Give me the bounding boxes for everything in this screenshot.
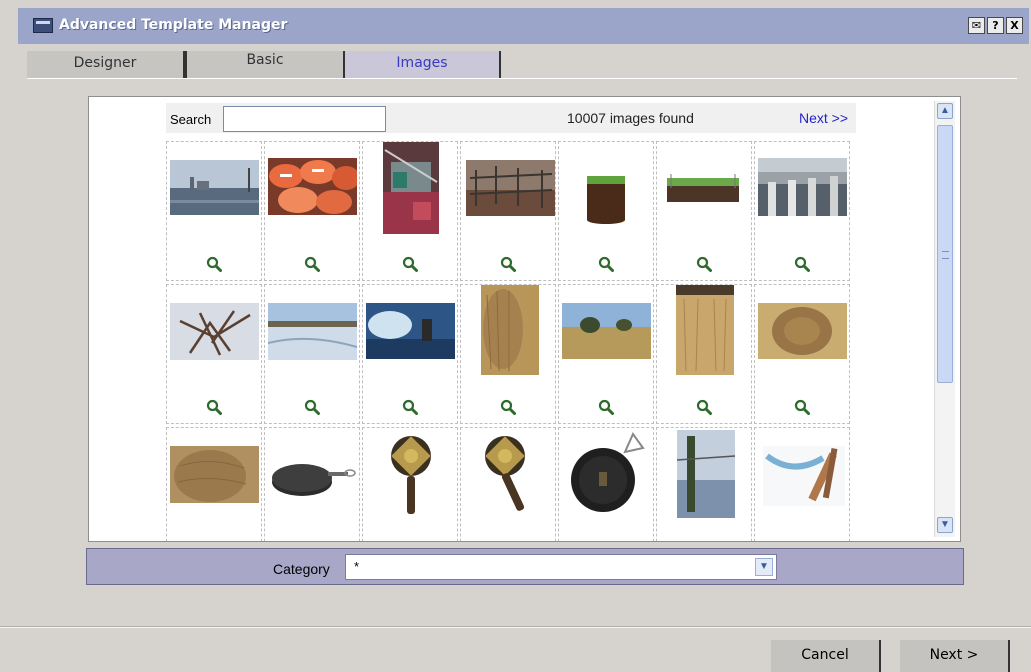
image-cell[interactable] xyxy=(656,427,752,541)
image-cell[interactable] xyxy=(656,284,752,424)
image-browser-panel: Search 10007 images found Next >> ▲ ▼ xyxy=(88,96,961,542)
image-thumbnail-brass-compass-dish-2[interactable] xyxy=(479,432,541,518)
magnifier-zoom-icon[interactable] xyxy=(206,256,222,272)
magnifier-zoom-icon[interactable] xyxy=(402,256,418,272)
magnifier-zoom-icon[interactable] xyxy=(304,256,320,272)
chevron-down-icon[interactable]: ▼ xyxy=(755,558,773,576)
image-cell[interactable] xyxy=(754,427,850,541)
image-cell[interactable] xyxy=(460,141,556,281)
magnifier-zoom-icon[interactable] xyxy=(598,399,614,415)
image-thumbnail-construction-framework[interactable] xyxy=(466,160,555,216)
image-cell[interactable] xyxy=(166,427,262,541)
close-icon[interactable]: X xyxy=(1006,17,1023,34)
tab-images[interactable]: Images xyxy=(345,51,501,78)
footer-divider-highlight xyxy=(0,627,1031,628)
image-cell[interactable] xyxy=(264,141,360,281)
image-thumbnail-black-frying-pan[interactable] xyxy=(567,432,649,516)
image-cell[interactable] xyxy=(264,284,360,424)
image-cell[interactable] xyxy=(166,284,262,424)
image-thumbnail-hay-bale-closeup[interactable] xyxy=(481,285,539,375)
image-thumbnail-dock-pilings[interactable] xyxy=(758,158,847,216)
magnifier-zoom-icon[interactable] xyxy=(500,256,516,272)
image-cell[interactable] xyxy=(558,427,654,541)
image-thumbnail-water-splash-scene[interactable] xyxy=(366,303,455,359)
image-thumbnail-orange-buoys[interactable] xyxy=(268,158,357,215)
magnifier-zoom-icon[interactable] xyxy=(304,399,320,415)
image-thumbnail-cast-iron-pan-lid[interactable] xyxy=(268,458,357,502)
tab-basic[interactable]: Basic xyxy=(185,51,345,78)
window-title: Advanced Template Manager xyxy=(59,17,288,33)
search-bar: Search 10007 images found Next >> xyxy=(166,103,856,133)
next-page-link[interactable]: Next >> xyxy=(799,110,848,126)
image-cell[interactable] xyxy=(362,427,458,541)
image-cell[interactable] xyxy=(558,141,654,281)
category-bar: Category * ▼ xyxy=(86,548,964,585)
image-thumbnail-branches-in-snow[interactable] xyxy=(170,303,259,360)
magnifier-zoom-icon[interactable] xyxy=(206,399,222,415)
scrollbar-thumb[interactable] xyxy=(937,125,953,383)
search-label: Search xyxy=(170,112,212,127)
vertical-scrollbar[interactable]: ▲ ▼ xyxy=(934,101,955,537)
image-cell[interactable] xyxy=(460,284,556,424)
results-count: 10007 images found xyxy=(567,110,694,126)
tab-designer[interactable]: Designer xyxy=(27,51,185,78)
search-input[interactable] xyxy=(223,106,386,132)
category-label: Category xyxy=(273,561,330,577)
image-cell[interactable] xyxy=(166,141,262,281)
image-thumbnail-snowy-fence-post[interactable] xyxy=(677,430,735,518)
image-cell[interactable] xyxy=(558,284,654,424)
image-thumbnail-lake-with-city-skyline[interactable] xyxy=(170,160,259,215)
magnifier-zoom-icon[interactable] xyxy=(598,256,614,272)
image-thumbnail-field-with-trees[interactable] xyxy=(562,303,651,359)
magnifier-zoom-icon[interactable] xyxy=(794,256,810,272)
image-cell[interactable] xyxy=(264,427,360,541)
window-titlebar: Advanced Template Manager ✉ ? X xyxy=(18,8,1029,44)
category-select[interactable]: * ▼ xyxy=(345,554,777,580)
category-value: * xyxy=(354,559,360,574)
scroll-up-icon[interactable]: ▲ xyxy=(937,103,953,119)
image-thumbnail-wheat-field[interactable] xyxy=(676,285,734,375)
image-cell[interactable] xyxy=(754,141,850,281)
window-controls: ✉ ? X xyxy=(968,17,1023,34)
image-thumbnail-red-fishing-boats[interactable] xyxy=(383,142,439,234)
image-cell[interactable] xyxy=(362,284,458,424)
image-thumbnail-soil-cross-section[interactable] xyxy=(667,174,739,206)
image-cell[interactable] xyxy=(362,141,458,281)
scroll-down-icon[interactable]: ▼ xyxy=(937,517,953,533)
image-grid xyxy=(166,141,858,541)
help-icon[interactable]: ? xyxy=(987,17,1004,34)
magnifier-zoom-icon[interactable] xyxy=(402,399,418,415)
image-thumbnail-blue-ribbon-pole[interactable] xyxy=(763,446,845,506)
image-cell[interactable] xyxy=(460,427,556,541)
magnifier-zoom-icon[interactable] xyxy=(696,256,712,272)
tab-divider xyxy=(27,78,1017,79)
image-thumbnail-brass-compass-dish[interactable] xyxy=(385,432,437,518)
image-thumbnail-round-hay-bale[interactable] xyxy=(758,303,847,359)
image-cell[interactable] xyxy=(656,141,752,281)
next-button[interactable]: Next > xyxy=(900,640,1010,672)
image-thumbnail-hay-bale-field[interactable] xyxy=(170,446,259,503)
tab-bar: Designer Basic Images xyxy=(27,51,1017,78)
cancel-button[interactable]: Cancel xyxy=(771,640,881,672)
image-thumbnail-snowy-field[interactable] xyxy=(268,303,357,360)
mail-icon[interactable]: ✉ xyxy=(968,17,985,34)
image-cell[interactable] xyxy=(754,284,850,424)
magnifier-zoom-icon[interactable] xyxy=(500,399,516,415)
magnifier-zoom-icon[interactable] xyxy=(696,399,712,415)
app-window-icon xyxy=(33,18,53,33)
magnifier-zoom-icon[interactable] xyxy=(794,399,810,415)
image-thumbnail-soil-sample-green-top[interactable] xyxy=(587,174,625,224)
